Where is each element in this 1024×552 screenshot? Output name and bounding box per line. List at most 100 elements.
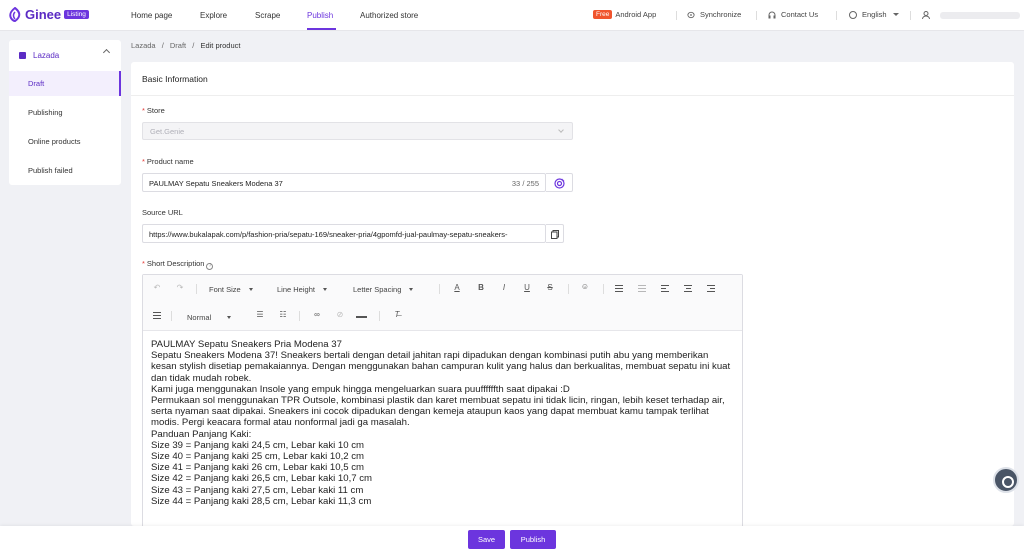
divider (756, 11, 757, 20)
align-right-icon[interactable] (707, 285, 715, 292)
language-label: English (862, 10, 887, 19)
copy-icon (551, 230, 559, 239)
ginee-logo[interactable]: Ginee Listing (8, 7, 89, 22)
breadcrumb-separator: / (161, 41, 164, 50)
underline-icon[interactable]: U (522, 283, 532, 292)
product-name-label-text: Product name (146, 157, 194, 166)
content-line: PAULMAY Sepatu Sneakers Pria Modena 37 (151, 339, 342, 350)
caret-down-icon (322, 288, 327, 291)
nav-home[interactable]: Home page (131, 11, 172, 20)
product-name-input[interactable]: PAULMAY Sepatu Sneakers Modena 37 33 / 2… (142, 173, 546, 192)
store-label-text: Store (146, 106, 165, 115)
source-url-label: Source URL (142, 208, 183, 217)
emoji-icon[interactable]: ☺ (580, 282, 590, 291)
publish-button[interactable]: Publish (510, 530, 556, 549)
divider (836, 11, 837, 20)
toolbar-divider (299, 311, 300, 321)
nav-authorized-store[interactable]: Authorized store (360, 11, 418, 20)
line-height-label: Line Height (277, 285, 315, 294)
bold-icon[interactable]: B (476, 283, 486, 292)
caret-down-icon (227, 316, 232, 319)
paragraph-format-dropdown[interactable]: Normal (187, 313, 232, 322)
bullet-list-icon[interactable]: ☰ (255, 310, 265, 319)
align-justify-icon[interactable] (153, 312, 161, 319)
account-name-redacted[interactable] (940, 12, 1020, 19)
nav-publish[interactable]: Publish (307, 11, 333, 20)
rich-text-editor: ↶ ↷ Font Size Line Height Letter Spacing… (142, 274, 743, 526)
toolbar-divider (171, 311, 172, 321)
link-icon[interactable]: ∞ (312, 310, 322, 319)
align-center-icon[interactable] (684, 285, 692, 292)
free-badge: Free (593, 10, 613, 19)
font-size-dropdown[interactable]: Font Size (209, 285, 253, 294)
android-app-link[interactable]: Free Android App (593, 10, 656, 19)
chevron-down-icon (558, 127, 564, 133)
content-line: Panduan Panjang Kaki: (151, 428, 252, 440)
contact-us-label: Contact Us (781, 10, 819, 19)
sidebar-group-label: Lazada (33, 50, 60, 60)
toolbar-divider (439, 284, 440, 294)
lazada-icon (19, 51, 26, 59)
redo-icon[interactable]: ↷ (175, 283, 185, 292)
synchronize-label: Synchronize (700, 10, 742, 19)
store-select-value: Get.Genie (150, 127, 185, 136)
globe-icon (849, 10, 857, 19)
horizontal-rule-icon[interactable] (356, 316, 367, 318)
synchronize-button[interactable]: Synchronize (687, 10, 741, 19)
chevron-down-icon (892, 13, 899, 16)
divider (676, 11, 677, 20)
nav-explore[interactable]: Explore (200, 11, 227, 20)
align-left-icon[interactable] (661, 285, 669, 292)
breadcrumb: Lazada / Draft / Edit product (131, 41, 240, 50)
breadcrumb-separator: / (192, 41, 195, 50)
ginee-logo-icon (9, 7, 21, 22)
ai-optimize-button[interactable] (546, 173, 573, 192)
chevron-up-icon (102, 48, 111, 57)
undo-icon[interactable]: ↶ (152, 283, 162, 292)
numbered-list-icon[interactable]: ☷ (278, 310, 288, 319)
product-name-counter: 33 / 255 (511, 179, 539, 188)
store-select[interactable]: Get.Genie (142, 122, 573, 140)
brand-name: Ginee (25, 7, 62, 22)
toolbar-divider (379, 311, 380, 321)
headset-icon (768, 11, 776, 18)
font-color-icon[interactable]: A (452, 283, 462, 292)
save-button[interactable]: Save (468, 530, 505, 549)
help-icon[interactable]: ? (206, 263, 214, 270)
sidebar-item-publishing[interactable]: Publishing (9, 100, 121, 125)
editor-content[interactable]: PAULMAY Sepatu Sneakers Pria Modena 37 S… (151, 339, 736, 507)
contact-us-button[interactable]: Contact Us (768, 10, 818, 19)
breadcrumb-current: Edit product (200, 41, 241, 50)
nav-scrape[interactable]: Scrape (255, 11, 280, 20)
content-line: Size 39 = Panjang kaki 24,5 cm, Lebar ka… (151, 439, 365, 451)
unlink-icon[interactable]: ⊘ (335, 310, 345, 319)
store-label: * Store (142, 106, 165, 115)
user-icon[interactable] (922, 11, 930, 19)
sidebar-item-draft[interactable]: Draft (9, 71, 121, 96)
copy-url-button[interactable] (546, 224, 564, 243)
indent-icon[interactable] (615, 285, 623, 292)
content-line: Size 44 = Panjang kaki 28,5 cm, Lebar ka… (151, 495, 372, 507)
editor-toolbar: ↶ ↷ Font Size Line Height Letter Spacing… (143, 275, 742, 331)
breadcrumb-draft[interactable]: Draft (170, 41, 186, 50)
sidebar-item-online-products[interactable]: Online products (9, 129, 121, 154)
source-url-input[interactable]: https://www.bukalapak.com/p/fashion-pria… (142, 224, 546, 243)
italic-icon[interactable]: I (499, 283, 509, 292)
strikethrough-icon[interactable]: S (545, 283, 555, 292)
target-icon (554, 178, 565, 189)
sidebar-group-lazada[interactable]: Lazada (9, 46, 121, 64)
help-assistant-button[interactable] (993, 467, 1019, 493)
outdent-icon[interactable] (638, 285, 646, 292)
content-line: Size 40 = Panjang kaki 25 cm, Lebar kaki… (151, 451, 365, 463)
content-line: Sepatu Sneakers Modena 37! Sneakers bert… (151, 350, 731, 384)
content-line: Kami juga menggunakan Insole yang empuk … (151, 383, 570, 395)
product-name-label: * Product name (142, 157, 194, 166)
sidebar-item-publish-failed[interactable]: Publish failed (9, 158, 121, 183)
breadcrumb-lazada[interactable]: Lazada (131, 41, 156, 50)
divider (910, 11, 911, 20)
language-selector[interactable]: English (849, 10, 899, 19)
brand-badge: Listing (64, 10, 89, 19)
line-height-dropdown[interactable]: Line Height (277, 285, 327, 294)
letter-spacing-dropdown[interactable]: Letter Spacing (353, 285, 414, 294)
clear-format-icon[interactable]: T̶ (392, 310, 402, 319)
